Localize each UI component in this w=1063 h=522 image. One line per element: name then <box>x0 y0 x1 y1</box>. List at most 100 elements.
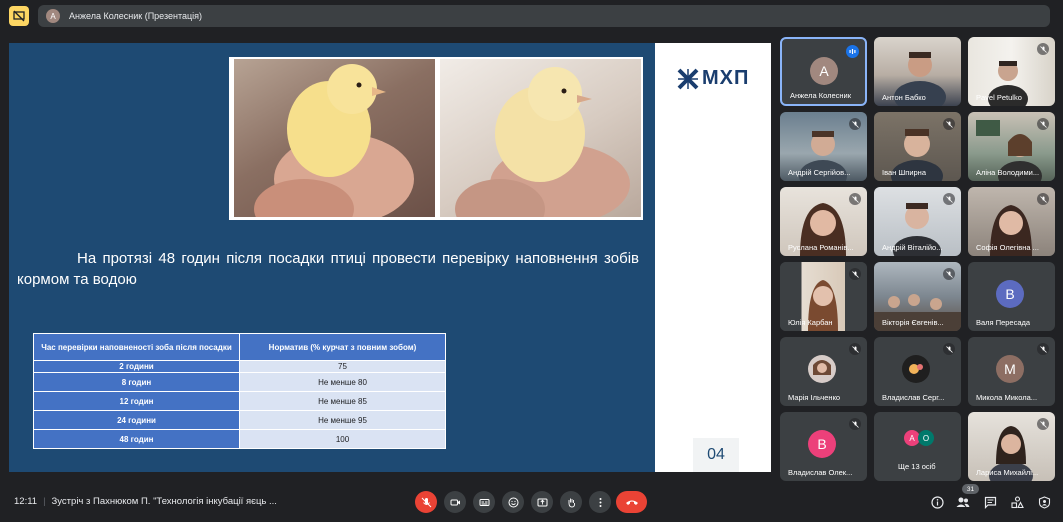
participant-tile[interactable]: Вікторія Євгенів... <box>874 262 961 331</box>
speaking-icon <box>846 45 859 58</box>
present-off-icon[interactable] <box>9 6 29 26</box>
table-row: 48 годин 100 <box>33 429 446 449</box>
table-cell: 75 <box>239 360 446 373</box>
participant-tile[interactable]: Pavel Petulko <box>968 37 1055 106</box>
table-cell: 24 години <box>33 410 240 430</box>
mic-off-icon <box>421 497 431 507</box>
participant-tile[interactable]: Аліна Володими... <box>968 112 1055 181</box>
captions-icon <box>479 498 489 506</box>
host-controls-icon <box>1038 495 1050 509</box>
participant-name: Вікторія Євгенів... <box>882 318 944 327</box>
mhp-logo-icon <box>677 68 699 89</box>
participant-tile[interactable]: В Валя Пересада <box>968 262 1055 331</box>
participant-tile[interactable]: Лариса Михайлі... <box>968 412 1055 481</box>
participant-name: Юлія Карбан <box>788 318 833 327</box>
people-button[interactable] <box>954 493 972 511</box>
people-icon <box>956 497 970 507</box>
participant-tile[interactable]: Марія Ільченко <box>780 337 867 406</box>
participant-tile[interactable]: Владислав Серг... <box>874 337 961 406</box>
participant-name: Владислав Олек... <box>788 468 853 477</box>
participant-tile[interactable]: Андрій Віталійо... <box>874 187 961 256</box>
table-header: Норматив (% курчат з повним зобом) <box>239 333 446 361</box>
participant-name: Владислав Серг... <box>882 393 945 402</box>
table-cell: 8 годин <box>33 372 240 392</box>
participant-name: Марія Ільченко <box>788 393 841 402</box>
more-icon <box>599 497 601 507</box>
norm-table: Час перевірки наповненості зоба після по… <box>33 333 446 449</box>
participant-tile[interactable]: Руслана Романів... <box>780 187 867 256</box>
table-cell: 12 годин <box>33 391 240 411</box>
raise-hand-icon <box>568 498 575 507</box>
chick-photo-2 <box>440 59 641 217</box>
meeting-details-button[interactable] <box>928 493 946 511</box>
participant-tile[interactable]: Андрій Сергійов... <box>780 112 867 181</box>
participant-tile[interactable]: В Владислав Олек... <box>780 412 867 481</box>
participant-tile[interactable]: Юлія Карбан <box>780 262 867 331</box>
table-cell: Не менше 80 <box>239 372 446 392</box>
table-cell: Не менше 95 <box>239 410 446 430</box>
participant-name: Антон Бабко <box>882 93 926 102</box>
participant-tile[interactable]: Антон Бабко <box>874 37 961 106</box>
host-controls-button[interactable] <box>1035 493 1053 511</box>
participant-name: Валя Пересада <box>976 318 1031 327</box>
participant-name: Андрій Сергійов... <box>788 168 851 177</box>
table-cell: Не менше 85 <box>239 391 446 411</box>
table-cell: 48 годин <box>33 429 240 449</box>
avatar: А <box>810 57 838 85</box>
table-cell: 2 години <box>33 360 240 373</box>
chat-icon <box>984 496 996 509</box>
participant-tile[interactable]: А Анжела Колесник <box>780 37 867 106</box>
participant-tile[interactable]: Іван Шпирна <box>874 112 961 181</box>
table-header-row: Час перевірки наповненості зоба після по… <box>33 333 446 361</box>
table-row: 12 годин Не менше 85 <box>33 391 446 411</box>
mic-off-icon <box>849 193 861 205</box>
mic-off-icon <box>943 343 955 355</box>
camera-toggle-button[interactable] <box>444 491 466 513</box>
leave-call-button[interactable] <box>616 491 647 513</box>
more-participants-tile[interactable]: А О Ще 13 осіб <box>874 412 961 481</box>
meeting-info: 12:11 | Зустріч з Пахнюком П. "Технологія … <box>14 496 277 507</box>
table-cell: 100 <box>239 429 446 449</box>
participant-name: Софія Олегівна ... <box>976 243 1039 252</box>
captions-button[interactable] <box>473 491 495 513</box>
info-icon <box>930 495 944 509</box>
avatar: М <box>996 355 1024 383</box>
mic-toggle-button[interactable] <box>415 491 437 513</box>
raise-hand-button[interactable] <box>560 491 582 513</box>
chat-button[interactable] <box>981 493 999 511</box>
presentation-banner[interactable]: А Анжела Колесник (Презентація) <box>38 5 1050 27</box>
logo-text: МХП <box>702 67 750 89</box>
meeting-title: Зустріч з Пахнюком П. "Технологія інкуба… <box>51 496 277 507</box>
activities-icon <box>1010 495 1024 508</box>
avatar: О <box>918 430 934 446</box>
participant-name: Pavel Petulko <box>976 93 1022 102</box>
present-screen-icon <box>537 498 547 506</box>
participant-tile[interactable]: М Микола Микола... <box>968 337 1055 406</box>
people-count-badge: 31 <box>962 484 979 494</box>
participant-tile[interactable]: Софія Олегівна ... <box>968 187 1055 256</box>
presentation-slide: На протязі 48 годин після посадки птиці … <box>9 43 771 472</box>
mic-off-icon <box>1037 343 1049 355</box>
participant-name: Іван Шпирна <box>882 168 926 177</box>
more-options-button[interactable] <box>589 491 611 513</box>
hangup-icon <box>625 500 638 505</box>
mic-off-icon <box>1037 193 1049 205</box>
present-screen-button[interactable] <box>531 491 553 513</box>
mic-off-icon <box>1037 418 1049 430</box>
mic-off-icon <box>943 118 955 130</box>
reactions-button[interactable] <box>502 491 524 513</box>
slide-body-text: На протязі 48 годин після посадки птиці … <box>17 250 639 288</box>
mic-off-icon <box>943 193 955 205</box>
avatar: В <box>996 280 1024 308</box>
table-row: 8 годин Не менше 80 <box>33 372 446 392</box>
bottom-bar: 12:11 | Зустріч з Пахнюком П. "Технологія … <box>0 482 1063 522</box>
slide-side-panel: МХП 04 <box>655 43 771 472</box>
mic-off-icon <box>943 268 955 280</box>
mic-off-icon <box>1037 43 1049 55</box>
activities-button[interactable] <box>1008 493 1026 511</box>
participant-name: Анжела Колесник <box>790 91 851 100</box>
mic-off-icon <box>849 418 861 430</box>
participant-name: Ще 13 осіб <box>898 462 936 471</box>
emoji-icon <box>508 497 518 507</box>
table-row: 24 години Не менше 95 <box>33 410 446 430</box>
